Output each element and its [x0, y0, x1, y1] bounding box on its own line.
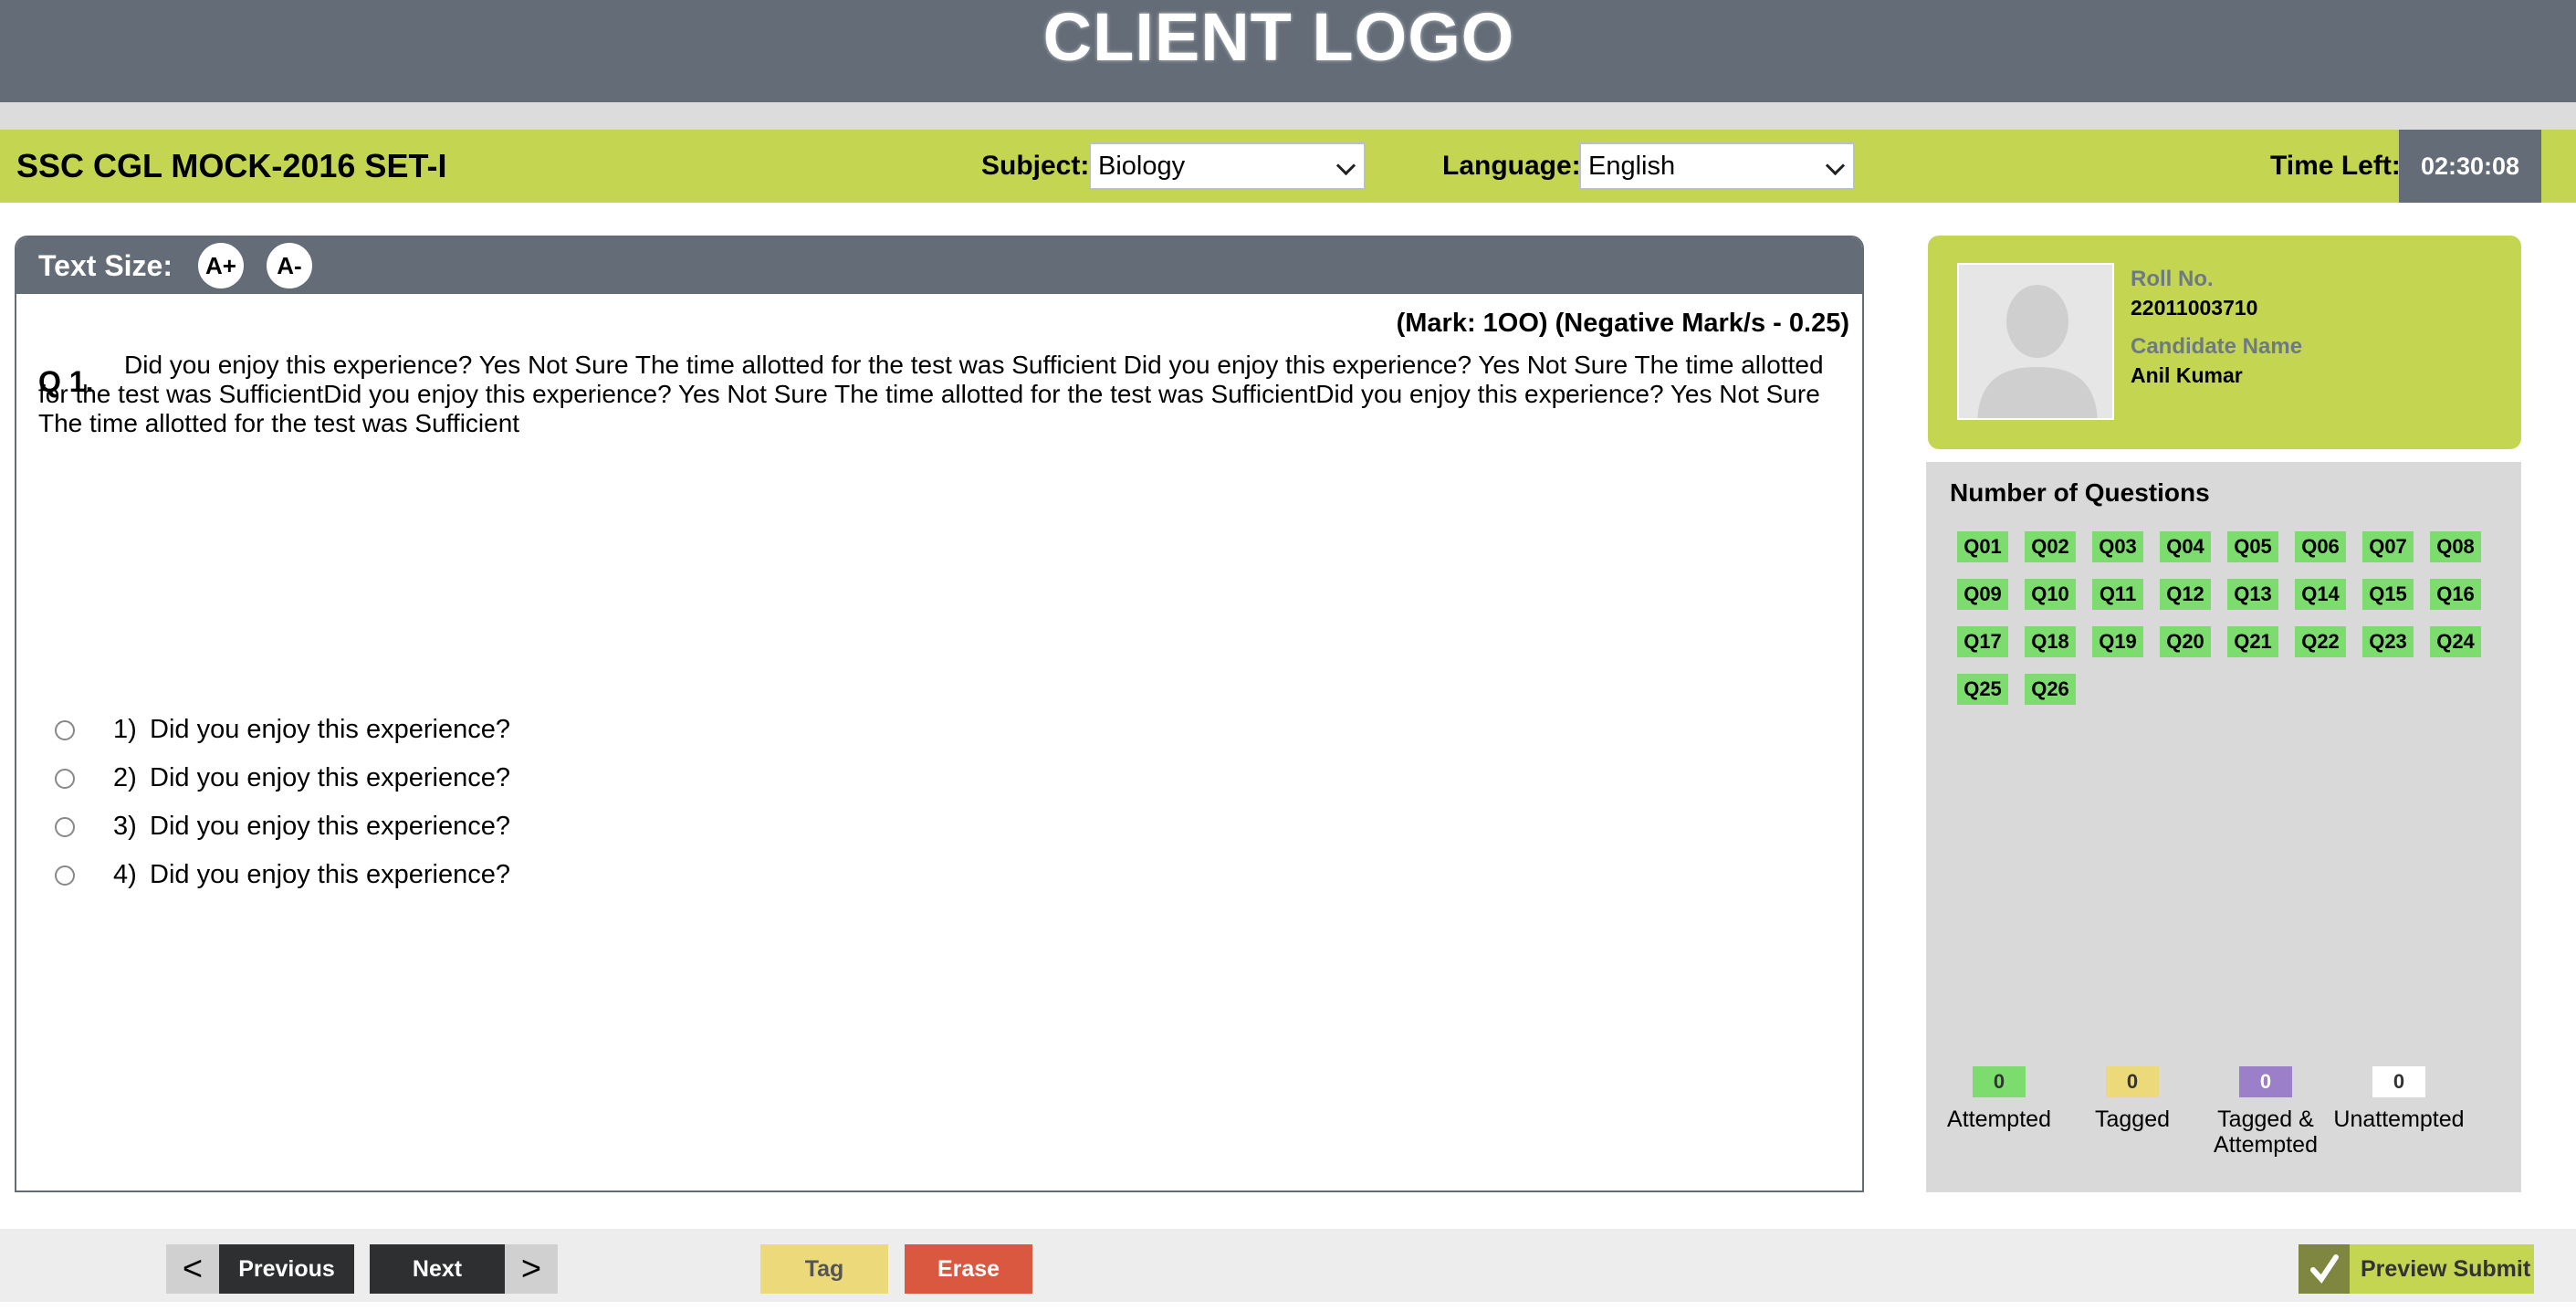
option-text: Did you enjoy this experience?: [150, 812, 510, 841]
question-palette-button[interactable]: Q14: [2295, 579, 2346, 610]
question-palette-button[interactable]: Q09: [1957, 579, 2008, 610]
client-logo: CLIENT LOGO: [1042, 0, 1515, 75]
legend-label-line2: Attempted: [2214, 1132, 2318, 1158]
radio-button[interactable]: [55, 769, 75, 789]
chevron-down-icon: [1825, 155, 1846, 176]
question-palette-button[interactable]: Q19: [2092, 626, 2143, 657]
question-palette-button[interactable]: Q23: [2362, 626, 2414, 657]
text-size-label: Text Size:: [38, 249, 173, 282]
question-palette-button[interactable]: Q06: [2295, 531, 2346, 562]
radio-button[interactable]: [55, 865, 75, 886]
option-number: 3): [113, 812, 137, 841]
text-size-increase-button[interactable]: A+: [198, 243, 244, 288]
question-palette-button[interactable]: Q16: [2430, 579, 2481, 610]
subject-label: Subject:: [981, 151, 1090, 181]
candidate-card: Roll No. 22011003710 Candidate Name Anil…: [1928, 236, 2521, 449]
question-text: Did you enjoy this experience? Yes Not S…: [38, 351, 1824, 437]
subject-select[interactable]: Biology: [1089, 142, 1366, 190]
question-palette-button[interactable]: Q24: [2430, 626, 2481, 657]
next-button[interactable]: Next: [370, 1244, 505, 1294]
roll-number-value: 22011003710: [2131, 296, 2258, 320]
question-palette-button[interactable]: Q02: [2025, 531, 2076, 562]
time-left-value: 02:30:08: [2399, 130, 2541, 203]
question-palette-button[interactable]: Q12: [2160, 579, 2211, 610]
option-text: Did you enjoy this experience?: [150, 860, 510, 889]
language-select-value: English: [1588, 152, 1676, 181]
preview-submit-button[interactable]: Preview Submit: [2299, 1244, 2534, 1294]
question-palette: Number of Questions Q01 Q02 Q03 Q04 Q05 Q06 Q0…: [1926, 462, 2521, 1192]
question-palette-button[interactable]: Q25: [1957, 674, 2008, 705]
legend-label: Tagged &: [2217, 1106, 2314, 1132]
question-palette-button[interactable]: Q10: [2025, 579, 2076, 610]
question-palette-button[interactable]: Q13: [2227, 579, 2278, 610]
question-palette-button[interactable]: Q11: [2092, 579, 2143, 610]
previous-arrow-icon[interactable]: <: [166, 1244, 219, 1294]
option-number: 2): [113, 763, 137, 792]
chevron-down-icon: [1335, 155, 1356, 176]
legend-count: 0: [2239, 1066, 2292, 1097]
radio-button[interactable]: [55, 817, 75, 837]
legend-label: Unattempted: [2333, 1106, 2465, 1132]
question-palette-button[interactable]: Q22: [2295, 626, 2346, 657]
palette-title: Number of Questions: [1950, 478, 2210, 507]
roll-number-label: Roll No.: [2131, 267, 2214, 291]
question-palette-button[interactable]: Q01: [1957, 531, 2008, 562]
option-number: 4): [113, 860, 137, 889]
legend-label: Tagged: [2094, 1106, 2171, 1132]
previous-button[interactable]: Previous: [219, 1244, 354, 1294]
erase-button[interactable]: Erase: [905, 1244, 1032, 1294]
question-palette-button[interactable]: Q17: [1957, 626, 2008, 657]
language-select[interactable]: English: [1579, 142, 1855, 190]
question-palette-button[interactable]: Q21: [2227, 626, 2278, 657]
question-palette-button[interactable]: Q08: [2430, 531, 2481, 562]
radio-button[interactable]: [55, 720, 75, 740]
exam-title: SSC CGL MOCK-2016 SET-I: [16, 147, 447, 184]
person-silhouette-icon: [1959, 265, 2112, 418]
legend-count: 0: [1973, 1066, 2026, 1097]
marks-info: (Mark: 1OO) (Negative Mark/s - 0.25): [1396, 309, 1849, 338]
preview-submit-label: Preview Submit: [2361, 1256, 2531, 1282]
checkmark-icon: [2299, 1244, 2350, 1294]
question-panel-header: Text Size: A+ A-: [16, 237, 1862, 294]
avatar: [1957, 263, 2114, 420]
question-palette-button[interactable]: Q03: [2092, 531, 2143, 562]
legend-count: 0: [2372, 1066, 2425, 1097]
question-palette-button[interactable]: Q15: [2362, 579, 2414, 610]
next-arrow-icon[interactable]: >: [505, 1244, 558, 1294]
question-palette-button[interactable]: Q04: [2160, 531, 2211, 562]
question-panel: Text Size: A+ A- (Mark: 1OO) (Negative M…: [15, 236, 1864, 1192]
question-palette-button[interactable]: Q05: [2227, 531, 2278, 562]
candidate-name-value: Anil Kumar: [2131, 363, 2243, 387]
legend-count: 0: [2106, 1066, 2159, 1097]
question-palette-button[interactable]: Q07: [2362, 531, 2414, 562]
question-palette-button[interactable]: Q18: [2025, 626, 2076, 657]
question-palette-button[interactable]: Q26: [2025, 674, 2076, 705]
option-number: 1): [113, 715, 137, 744]
question-palette-button[interactable]: Q20: [2160, 626, 2211, 657]
time-left-label: Time Left:: [2270, 151, 2401, 181]
header-divider: [0, 102, 2576, 130]
candidate-name-label: Candidate Name: [2131, 334, 2303, 359]
subject-select-value: Biology: [1098, 152, 1186, 181]
tag-button[interactable]: Tag: [760, 1244, 888, 1294]
language-label: Language:: [1442, 151, 1581, 181]
text-size-decrease-button[interactable]: A-: [267, 243, 312, 288]
legend-label: Attempted: [1947, 1106, 2051, 1132]
option-text: Did you enjoy this experience?: [150, 763, 510, 792]
option-text: Did you enjoy this experience?: [150, 715, 510, 744]
